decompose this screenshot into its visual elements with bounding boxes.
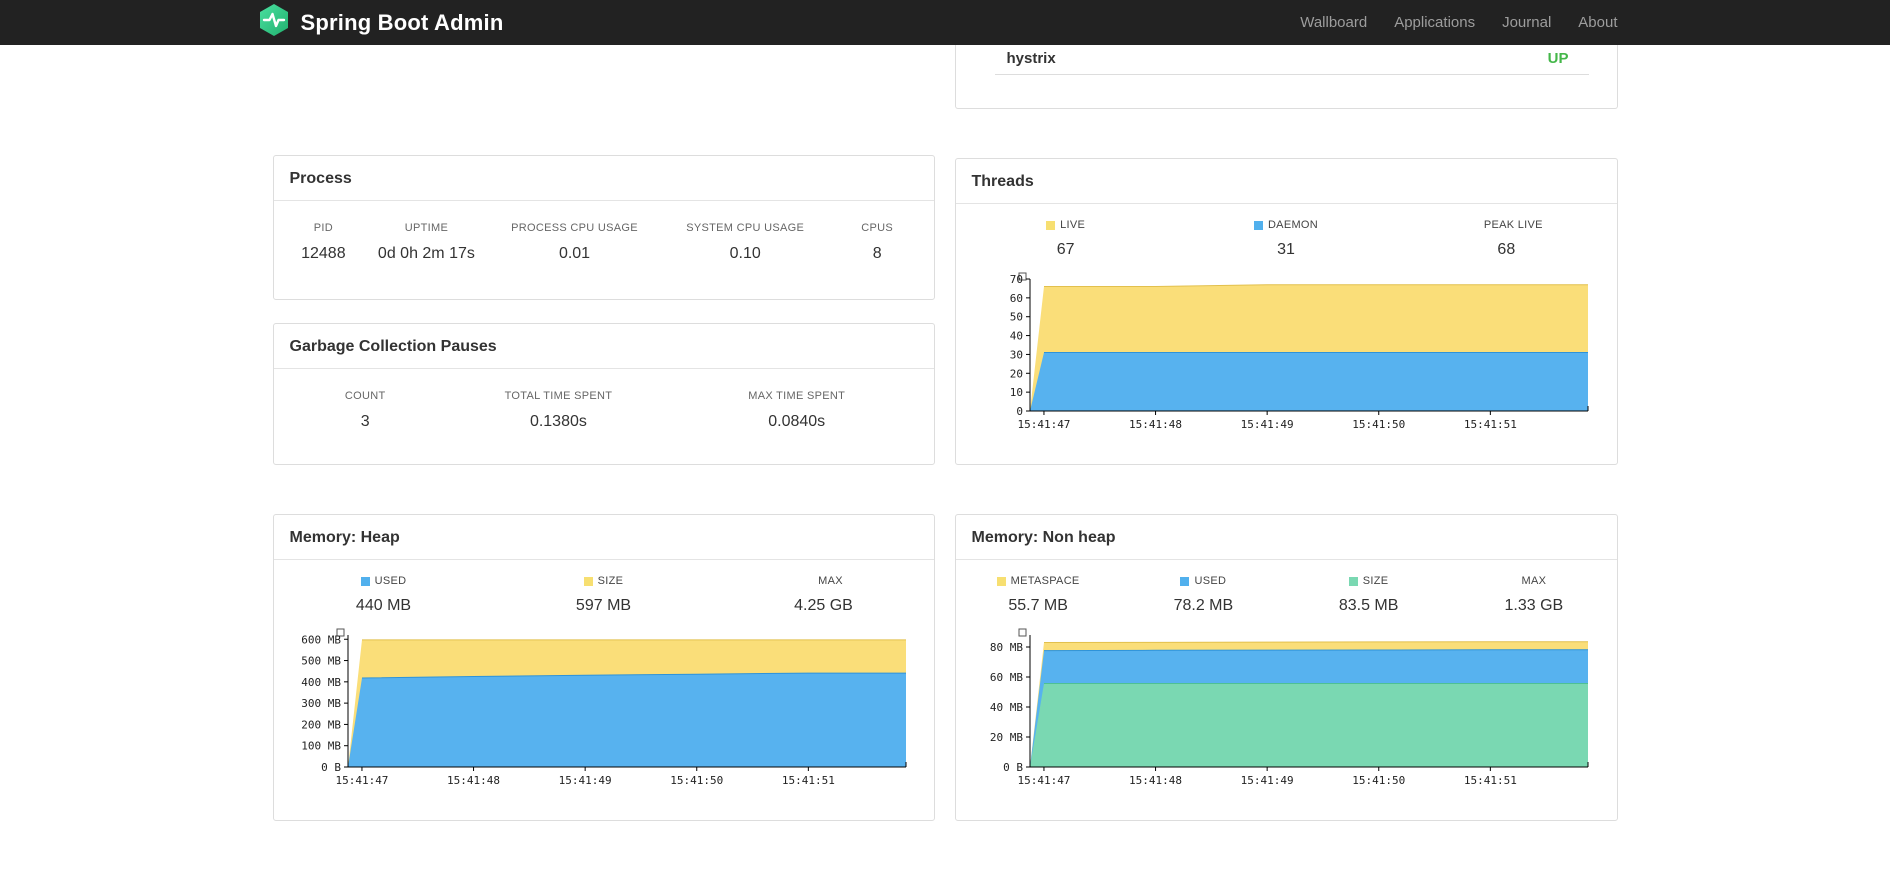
svg-text:200 MB: 200 MB <box>301 718 341 731</box>
process-card-title: Process <box>273 156 934 201</box>
right-column: hystrix UP Threads LIVE 67 DAEMON 31 PEA… <box>954 45 1618 821</box>
metaspace-legend-swatch <box>996 576 1006 586</box>
legend-threads-peak-live: PEAK LIVE 68 <box>1483 219 1543 258</box>
process-metrics: PID 12488 UPTIME 0d 0h 2m 17s PROCESS CP… <box>274 201 934 263</box>
health-service-name: hystrix <box>1006 50 1056 67</box>
legend-nonheap-size: SIZE 83.5 MB <box>1338 575 1399 614</box>
svg-text:60: 60 <box>1009 292 1022 305</box>
nav-links: Wallboard Applications Journal About <box>1300 14 1617 31</box>
metric-system-cpu-usage: SYSTEM CPU USAGE 0.10 <box>686 222 805 262</box>
size-legend-swatch <box>583 576 593 586</box>
metric-process-cpu-usage: PROCESS CPU USAGE 0.01 <box>511 222 638 262</box>
svg-text:0: 0 <box>1016 405 1023 418</box>
svg-text:15:41:49: 15:41:49 <box>1240 418 1293 431</box>
health-card: hystrix UP <box>954 45 1618 109</box>
left-column: Process PID 12488 UPTIME 0d 0h 2m 17s PR… <box>272 45 935 821</box>
memory-nonheap-chart: 80 MB 60 MB 40 MB 20 MB 0 B 15:41:47 15:41:48 1… <box>982 625 1617 800</box>
svg-text:40 MB: 40 MB <box>989 701 1022 714</box>
svg-text:50: 50 <box>1009 311 1022 324</box>
metric-uptime: UPTIME 0d 0h 2m 17s <box>377 222 475 262</box>
gc-metrics: COUNT 3 TOTAL TIME SPENT 0.1380s MAX TIM… <box>274 369 934 431</box>
svg-text:15:41:51: 15:41:51 <box>1463 418 1516 431</box>
live-legend-swatch <box>1046 220 1056 230</box>
used-legend-swatch <box>360 576 370 586</box>
svg-text:70: 70 <box>1009 273 1022 286</box>
svg-text:15:41:50: 15:41:50 <box>1352 418 1405 431</box>
legend-heap-max: MAX 4.25 GB <box>794 575 853 614</box>
navbar: Spring Boot Admin Wallboard Applications… <box>0 0 1890 45</box>
nav-link-wallboard[interactable]: Wallboard <box>1300 14 1367 31</box>
metric-gc-max-time: MAX TIME SPENT 0.0840s <box>748 390 846 430</box>
svg-text:100 MB: 100 MB <box>301 740 341 753</box>
nonheap-legend: METASPACE 55.7 MB USED 78.2 MB SIZE 83.5… <box>956 575 1617 615</box>
nav-link-journal[interactable]: Journal <box>1502 14 1551 31</box>
nav-link-about[interactable]: About <box>1578 14 1617 31</box>
svg-text:400 MB: 400 MB <box>301 676 341 689</box>
svg-text:0 B: 0 B <box>1003 761 1023 774</box>
svg-text:60 MB: 60 MB <box>989 671 1022 684</box>
threads-chart: 70 60 50 40 30 20 10 0 15:41:47 15:41:48 15:41:49 1… <box>982 269 1617 444</box>
svg-text:300 MB: 300 MB <box>301 697 341 710</box>
svg-text:15:41:50: 15:41:50 <box>1352 774 1405 787</box>
brand[interactable]: Spring Boot Admin <box>257 3 504 42</box>
svg-text:600 MB: 600 MB <box>301 633 341 646</box>
daemon-legend-swatch <box>1253 220 1263 230</box>
svg-text:15:41:51: 15:41:51 <box>781 774 834 787</box>
gc-card: Garbage Collection Pauses COUNT 3 TOTAL … <box>272 323 935 465</box>
legend-heap-used: USED 440 MB <box>355 575 412 614</box>
metric-gc-total-time: TOTAL TIME SPENT 0.1380s <box>504 390 613 430</box>
memory-nonheap-card-title: Memory: Non heap <box>955 515 1617 560</box>
metric-pid: PID 12488 <box>301 222 346 262</box>
spring-boot-admin-logo-icon <box>257 3 291 42</box>
used-legend-swatch <box>1180 576 1190 586</box>
legend-nonheap-used: USED 78.2 MB <box>1173 575 1234 614</box>
health-status-badge: UP <box>1547 50 1569 67</box>
svg-text:15:41:48: 15:41:48 <box>447 774 500 787</box>
svg-text:15:41:49: 15:41:49 <box>558 774 611 787</box>
size-legend-swatch <box>1348 576 1358 586</box>
legend-heap-size: SIZE 597 MB <box>575 575 632 614</box>
svg-text:10: 10 <box>1009 386 1022 399</box>
nav-link-applications[interactable]: Applications <box>1394 14 1475 31</box>
svg-text:80 MB: 80 MB <box>989 641 1022 654</box>
legend-threads-live: LIVE 67 <box>956 219 1176 259</box>
svg-text:30: 30 <box>1009 348 1022 361</box>
metric-gc-count: COUNT 3 <box>344 390 386 430</box>
legend-threads-daemon: DAEMON 31 <box>1176 219 1396 259</box>
svg-text:15:41:48: 15:41:48 <box>1129 418 1182 431</box>
svg-text:15:41:50: 15:41:50 <box>670 774 723 787</box>
gc-card-title: Garbage Collection Pauses <box>273 324 934 369</box>
legend-nonheap-metaspace: METASPACE 55.7 MB <box>956 575 1121 615</box>
threads-legend: LIVE 67 DAEMON 31 PEAK LIVE 68 <box>956 219 1617 259</box>
svg-text:15:41:47: 15:41:47 <box>335 774 388 787</box>
main-content: Process PID 12488 UPTIME 0d 0h 2m 17s PR… <box>272 45 1618 821</box>
health-divider <box>994 74 1589 75</box>
svg-text:15:41:47: 15:41:47 <box>1017 418 1070 431</box>
svg-text:500 MB: 500 MB <box>301 655 341 668</box>
metric-cpus: CPUS 8 <box>861 222 894 262</box>
svg-text:15:41:51: 15:41:51 <box>1463 774 1516 787</box>
threads-card: Threads LIVE 67 DAEMON 31 PEAK LIVE 68 7… <box>954 158 1618 465</box>
memory-heap-card: Memory: Heap USED 440 MB SIZE 597 MB MAX… <box>272 514 935 821</box>
svg-text:15:41:49: 15:41:49 <box>1240 774 1293 787</box>
svg-text:0 B: 0 B <box>321 761 341 774</box>
svg-text:20 MB: 20 MB <box>989 731 1022 744</box>
svg-text:15:41:48: 15:41:48 <box>1129 774 1182 787</box>
memory-heap-card-title: Memory: Heap <box>273 515 934 560</box>
memory-heap-chart: 600 MB 500 MB 400 MB 300 MB 200 MB 100 MB 0 B1… <box>300 625 934 800</box>
svg-text:40: 40 <box>1009 330 1022 343</box>
heap-legend: USED 440 MB SIZE 597 MB MAX 4.25 GB <box>274 575 934 615</box>
process-card: Process PID 12488 UPTIME 0d 0h 2m 17s PR… <box>272 155 935 300</box>
memory-nonheap-card: Memory: Non heap METASPACE 55.7 MB USED … <box>954 514 1618 821</box>
legend-nonheap-max: MAX 1.33 GB <box>1504 575 1564 614</box>
threads-card-title: Threads <box>955 159 1617 204</box>
svg-text:15:41:47: 15:41:47 <box>1017 774 1070 787</box>
svg-text:20: 20 <box>1009 367 1022 380</box>
health-row-hystrix: hystrix UP <box>956 45 1617 72</box>
brand-title: Spring Boot Admin <box>300 9 504 35</box>
